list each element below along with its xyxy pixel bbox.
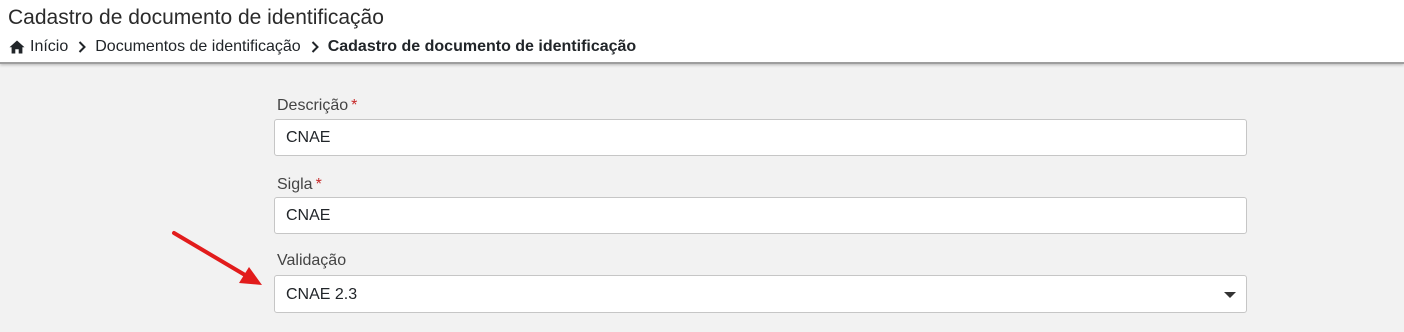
red-arrow-annotation [172,231,262,285]
sigla-label: Sigla * [277,175,322,195]
required-mark: * [351,97,358,114]
required-mark: * [315,176,322,193]
breadcrumb-current: Cadastro de documento de identificação [327,38,637,55]
validacao-select[interactable]: CNAE 2.3 [274,275,1247,313]
home-icon [9,40,25,54]
chevron-right-icon [78,41,87,53]
descricao-label: Descrição * [277,96,357,116]
validacao-label: Validação [277,252,347,269]
sigla-label-text: Sigla [277,176,313,193]
page-header: Cadastro de documento de identificação I… [0,0,1404,64]
breadcrumb-home-label: Início [30,38,69,55]
page-title: Cadastro de documento de identificação [8,6,384,29]
descricao-input[interactable] [274,119,1247,156]
breadcrumb: Início Documentos de identificação Cadas… [9,37,636,57]
breadcrumb-documentos-link[interactable]: Documentos de identificação [95,38,300,56]
breadcrumb-home-link[interactable]: Início [9,38,68,56]
sigla-input[interactable] [274,197,1247,234]
caret-down-icon [1224,292,1236,298]
descricao-label-text: Descrição [277,97,349,114]
chevron-right-icon [311,41,319,53]
validacao-selected-value: CNAE 2.3 [286,286,358,303]
